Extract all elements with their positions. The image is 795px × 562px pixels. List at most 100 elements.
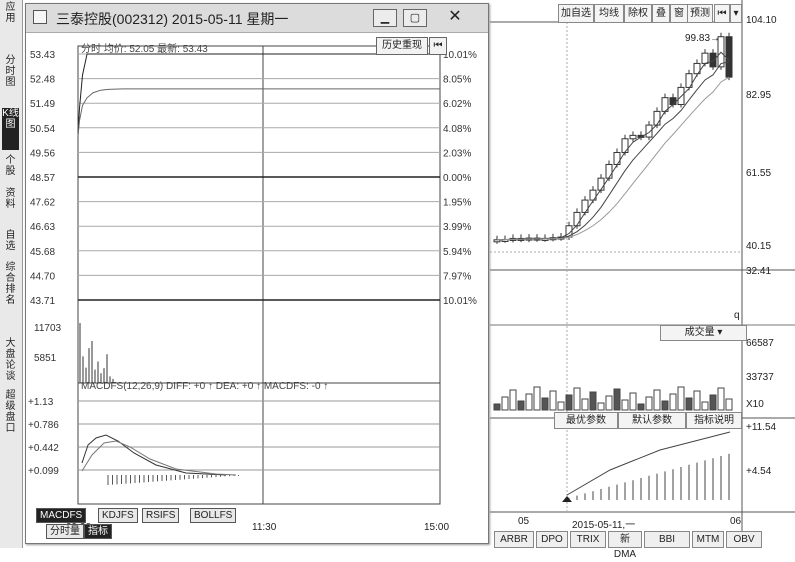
sidebar-item[interactable]: 个股 — [2, 155, 19, 177]
volume-bar — [541, 397, 549, 411]
toolbar-button[interactable]: 均线 — [594, 4, 624, 23]
intraday-popup-window[interactable]: 三泰控股(002312) 2015-05-11 星期一 ▁ ▢ ✕ 53.43 1… — [25, 3, 489, 544]
dropdown-icon[interactable]: ▾ — [730, 4, 742, 23]
minimize-button[interactable]: ▁ — [373, 9, 397, 27]
intraday-header-info: 分时 均价: 52.05 最新: 53.43 — [81, 44, 208, 55]
volume-axis-label: 33737 — [746, 372, 774, 383]
time-axis-label: 15:00 — [424, 522, 449, 533]
indicator-tab[interactable]: RSIFS — [142, 508, 180, 523]
price-axis-label: 46.63 — [30, 222, 55, 233]
price-axis-label: 52.48 — [30, 75, 55, 86]
date-axis-label: 2015-05-11,一 — [572, 520, 636, 531]
volume-axis-label: X10 — [746, 399, 764, 410]
indicator-tab[interactable]: BOLLFS — [190, 508, 237, 523]
indicator-tab[interactable]: MTM — [692, 531, 724, 548]
percent-axis-label: 10.01% — [443, 50, 477, 61]
sidebar-item[interactable]: 资料 — [2, 188, 19, 216]
indicator-param-button[interactable]: 最优参数 — [554, 412, 618, 429]
macd-info: MACDFS(12,26,9) DIFF: +0 ↑ DEA: +0 ↑ MAC… — [81, 381, 329, 392]
volume-bar — [581, 398, 589, 411]
time-axis-label: 11:30 — [252, 522, 277, 533]
volume-bar — [501, 396, 509, 411]
date-axis-label: 05 — [518, 516, 530, 527]
indicator-tab[interactable]: DPO — [536, 531, 568, 548]
price-axis-label: 32.41 — [746, 266, 772, 277]
volume-bar — [621, 399, 629, 411]
percent-axis-label: 3.99% — [443, 222, 471, 233]
toolbar-button[interactable]: 叠 — [652, 4, 670, 23]
left-sidebar: 应用分时图 K线图个股资料自选综合排名大盘论谈超级盘口 — [0, 0, 23, 548]
volume-axis-label: 5851 — [34, 353, 57, 364]
indicator-tab[interactable]: 新DMA — [608, 531, 642, 560]
sidebar-item[interactable]: 大盘论谈 — [2, 338, 19, 382]
candle-body — [581, 199, 589, 213]
price-axis-label: 61.55 — [746, 168, 772, 179]
moving-average-line — [496, 61, 730, 241]
window-menu-icon[interactable] — [33, 10, 47, 24]
indicator-param-button[interactable]: 默认参数 — [618, 412, 686, 429]
sidebar-item[interactable]: 分时图 — [2, 55, 19, 95]
volume-bar — [629, 392, 637, 411]
volume-bar — [701, 401, 709, 411]
intraday-chart: 53.43 10.01% 52.48 8.05% 51.49 6.02% 50.54 4.08… — [28, 45, 477, 533]
volume-bar — [613, 388, 621, 411]
price-axis-label: 82.95 — [746, 90, 772, 101]
indicator-param-button[interactable]: 指标说明 — [686, 412, 742, 429]
macd-axis-label: +1.13 — [28, 397, 54, 408]
price-axis-label: 47.62 — [30, 198, 55, 209]
price-axis-label: 104.10 — [746, 15, 777, 26]
volume-bar — [717, 387, 725, 411]
indicator-tab[interactable]: BBI — [644, 531, 690, 548]
price-axis-label: 40.15 — [746, 241, 772, 252]
volume-bar — [685, 397, 693, 411]
volume-axis-label: 11703 — [34, 323, 62, 334]
skip-back-icon[interactable]: ⏮ — [429, 37, 447, 55]
toolbar-button[interactable]: 窗 — [670, 4, 688, 23]
volume-bar — [493, 403, 501, 411]
indicator-tab[interactable]: ARBR — [494, 531, 534, 548]
indicator-tab[interactable]: TRIX — [570, 531, 606, 548]
macd-axis-label: +0.786 — [28, 420, 59, 431]
maximize-button[interactable]: ▢ — [403, 9, 427, 27]
candle-body — [709, 52, 717, 68]
volume-bar — [725, 398, 733, 411]
view-tab[interactable]: 分时量 — [46, 524, 84, 539]
volume-bar-series — [493, 386, 733, 411]
volume-bar — [597, 402, 605, 411]
toolbar-button[interactable]: 加自选 — [558, 4, 594, 23]
view-tab[interactable]: 指标 — [84, 524, 112, 539]
toolbar-button[interactable]: 预测 — [687, 4, 713, 23]
sidebar-item[interactable]: 自选 — [2, 230, 19, 254]
indicator-tab[interactable]: KDJFS — [98, 508, 138, 523]
candle-body — [613, 151, 621, 165]
toolbar-button[interactable]: 除权 — [624, 4, 652, 23]
marker-label: q — [734, 310, 740, 321]
macd-diff-line — [81, 434, 227, 476]
indicator-tab[interactable]: MACDFS — [36, 508, 87, 523]
price-line — [77, 53, 440, 136]
volume-bar — [669, 393, 677, 411]
sidebar-item[interactable]: K线图 — [2, 108, 19, 150]
candle-body — [669, 97, 677, 106]
macd-axis-label: +0.442 — [28, 443, 59, 454]
indicator-axis-label: +11.54 — [746, 422, 777, 433]
average-price-line — [77, 88, 440, 136]
macd-axis-label: +0.099 — [28, 466, 59, 477]
volume-bar — [709, 394, 717, 411]
volume-bar — [637, 403, 645, 411]
daily-kline-panel: 加自选 均线 除权叠窗预测 ⏮ ▾ 104.10 82.95 61.55 40.15 32.41 9… — [490, 0, 795, 560]
skip-back-icon[interactable]: ⏮ — [714, 4, 730, 23]
popup-title: 三泰控股(002312) 2015-05-11 星期一 — [56, 11, 289, 27]
sidebar-item[interactable]: 综合排名 — [2, 262, 19, 312]
indicator-tab[interactable]: OBV — [726, 531, 762, 548]
volume-bar — [565, 394, 573, 411]
close-button[interactable]: ✕ — [444, 9, 466, 25]
peak-price-label: 99.83→ — [685, 33, 721, 44]
volume-bar — [693, 390, 701, 411]
sidebar-item[interactable]: 应用 — [2, 2, 19, 30]
history-replay-button[interactable]: 历史重现 — [376, 37, 428, 55]
popup-title-bar[interactable]: 三泰控股(002312) 2015-05-11 星期一 ▁ ▢ ✕ — [26, 4, 488, 33]
sidebar-item[interactable]: 超级盘口 — [2, 390, 19, 434]
volume-indicator-dropdown[interactable]: 成交量 ▾ — [660, 325, 747, 341]
price-axis-label: 43.71 — [30, 296, 55, 307]
